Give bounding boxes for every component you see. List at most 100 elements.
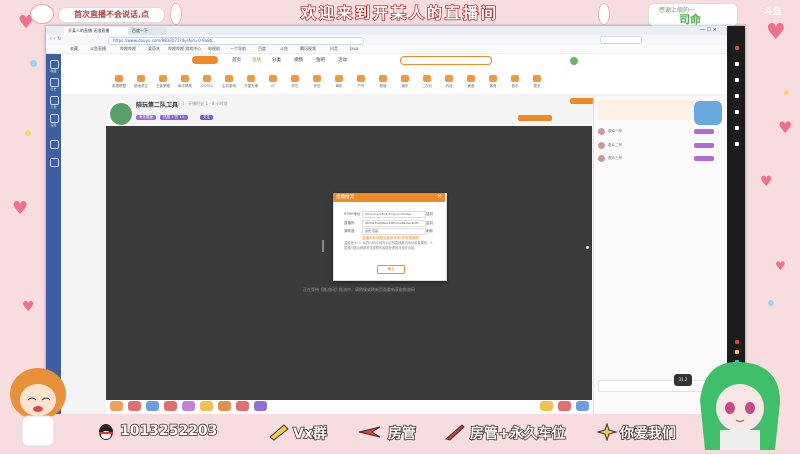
share-button[interactable] [518, 115, 552, 121]
gift-icon[interactable] [558, 401, 571, 411]
site-search-input[interactable] [400, 56, 492, 65]
bunny-ear-icon [170, 3, 182, 25]
category-item[interactable]: 怀旧 [308, 75, 326, 89]
category-item[interactable]: 和平精英 [176, 75, 194, 89]
nav-item[interactable]: 鱼吧 [316, 57, 325, 63]
bookmark[interactable]: 斗鱼 [280, 46, 288, 52]
category-item[interactable]: 单机 [330, 75, 348, 89]
douyu-logo[interactable] [192, 56, 218, 64]
player-control-dot[interactable] [586, 246, 589, 249]
confirm-button[interactable]: 确定 [377, 265, 405, 274]
history-icon[interactable] [50, 78, 59, 87]
category-item[interactable]: 美食 [462, 75, 480, 89]
room-meta: · 房间号 1 · 开播时长 1 · 8 小时前 [166, 101, 228, 106]
level-badge [694, 156, 714, 161]
category-item[interactable]: 颜值 [374, 75, 392, 89]
bookmark[interactable]: 腾讯视频 [300, 46, 316, 52]
nav-item[interactable]: 活动 [338, 57, 347, 63]
bookmark[interactable]: 抖音 [330, 46, 338, 52]
follow-button[interactable]: 关注 [200, 115, 213, 120]
browser-tab[interactable]: 百度一下 [128, 27, 166, 35]
category-item[interactable]: 科技 [440, 75, 458, 89]
category-item[interactable]: 体育 [484, 75, 502, 89]
dock-icon[interactable] [735, 142, 739, 146]
category-item[interactable]: 音乐 [506, 75, 524, 89]
window-controls[interactable]: — ☐ ✕ [700, 27, 717, 33]
dock-icon[interactable] [735, 46, 739, 50]
category-item[interactable]: 绝地求生 [132, 75, 150, 89]
close-icon[interactable]: × [437, 193, 442, 200]
rank-row[interactable]: 观众二号 [598, 142, 718, 151]
quality-select[interactable]: 蓝光 原画 [362, 228, 426, 235]
dock-icon[interactable] [735, 350, 739, 354]
field-label: 清晰度 [344, 229, 355, 233]
dock-icon[interactable] [735, 94, 739, 98]
bookmark[interactable]: 哔哩哔哩 [120, 46, 136, 52]
stream-key-field[interactable]: 983327tsjMNnc4WfmhwNkqwxkhXt... [362, 220, 426, 227]
bookmark[interactable]: 百度 [258, 46, 266, 52]
room-tag[interactable]: 热度 1 赞 1人 [160, 115, 188, 120]
dock-icon[interactable] [735, 78, 739, 82]
category-item[interactable]: 英雄联盟 [110, 75, 128, 89]
left-character-illustration [8, 364, 68, 450]
promo-badge[interactable] [694, 101, 722, 125]
category-item[interactable]: 二次元 [418, 75, 436, 89]
gear-icon[interactable] [50, 114, 59, 123]
bookmark[interactable]: 电视剧 [208, 46, 220, 52]
nav-item[interactable]: 视频 [294, 57, 303, 63]
gift-icon[interactable] [254, 401, 267, 411]
nav-item[interactable]: 直播 [252, 57, 261, 63]
dock-icon[interactable] [735, 126, 739, 130]
dock-icon[interactable] [735, 110, 739, 114]
gift-icon[interactable] [164, 401, 177, 411]
dock-icon[interactable] [735, 340, 739, 344]
star-icon[interactable] [50, 60, 59, 69]
gift-icon[interactable] [182, 401, 195, 411]
gift-icon[interactable] [110, 401, 123, 411]
bookmark[interactable]: Java [350, 46, 358, 51]
nav-item[interactable]: 分类 [272, 57, 281, 63]
gift-icon[interactable] [146, 401, 159, 411]
category-item[interactable]: CF [264, 75, 282, 88]
category-item[interactable]: 更多 [528, 75, 546, 89]
rtmp-field[interactable]: rtmp://sendtc3.douyu.com/live [362, 211, 426, 218]
category-item[interactable]: 王者荣耀 [154, 75, 172, 89]
user-avatar[interactable] [570, 57, 578, 65]
gift-icon[interactable] [236, 401, 249, 411]
category-item[interactable]: DOTA2 [198, 75, 216, 88]
streamer-avatar[interactable] [108, 101, 134, 127]
browser-tab[interactable]: 开某人的直播 无限直播 [64, 27, 130, 35]
rank-row[interactable]: 观众三号 [598, 155, 718, 164]
app-icon[interactable] [50, 158, 59, 167]
app-icon[interactable] [50, 140, 59, 149]
category-item[interactable]: 守望先锋 [242, 75, 260, 89]
bookmark[interactable]: 爱奇艺 [148, 46, 160, 52]
nav-item[interactable]: 首页 [232, 57, 241, 63]
category-item[interactable]: 户外 [352, 75, 370, 89]
gift-icon[interactable] [540, 401, 553, 411]
gift-icon[interactable] [218, 401, 231, 411]
heart-icon: ♥ [775, 259, 786, 273]
dock-icon[interactable] [735, 62, 739, 66]
category-item[interactable]: 娱乐 [396, 75, 414, 89]
room-tag[interactable]: 有无限度 [136, 115, 156, 120]
bookmark[interactable]: 一个导航 [230, 46, 246, 52]
bookmark[interactable]: 斗鱼直播 [90, 46, 106, 52]
rank-row[interactable]: 观众一号 [598, 128, 718, 137]
bookmark[interactable]: 哔哩哔哩 游戏中心 [168, 46, 201, 52]
report-button[interactable] [570, 98, 594, 104]
gift-icon[interactable] [576, 401, 589, 411]
url-input[interactable]: https://www.douyu.com/9833271?dyshid=0-9… [108, 37, 364, 45]
bookmark[interactable]: 收藏 [70, 46, 78, 52]
browser-search-input[interactable] [600, 36, 642, 44]
download-icon[interactable] [50, 96, 59, 105]
category-item[interactable]: 主机游戏 [220, 75, 238, 89]
gift-icon[interactable] [200, 401, 213, 411]
copy-button[interactable]: 复制 [426, 221, 433, 226]
nav-back-icon[interactable]: ‹ › ↻ [50, 36, 61, 42]
refresh-button[interactable]: 刷新 [426, 229, 433, 234]
gift-icon[interactable] [128, 401, 141, 411]
copy-button[interactable]: 复制 [426, 212, 433, 217]
category-item[interactable]: 炉石 [286, 75, 304, 89]
gift-bar [106, 400, 592, 414]
